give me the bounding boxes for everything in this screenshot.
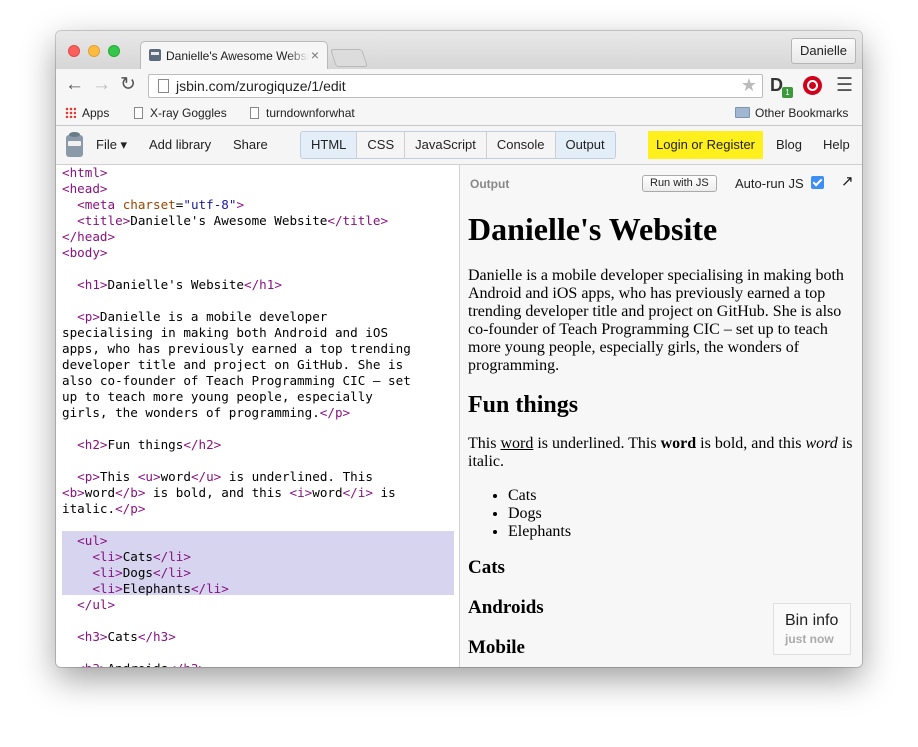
bookmark-apps[interactable]: Apps (65, 106, 109, 120)
list-item: Cats (508, 487, 856, 505)
code-line[interactable]: <html> (62, 165, 108, 180)
apps-grid-icon (65, 107, 76, 118)
tab-strip: Danielle's Awesome Website × Danielle (56, 31, 862, 69)
bookmarks-bar: Apps X-ray Goggles turndownforwhat Other… (56, 103, 862, 126)
code-line[interactable]: italic.</p> (62, 501, 145, 516)
code-line[interactable]: up to teach more young people, especiall… (62, 389, 373, 404)
code-line[interactable]: <title>Danielle's Awesome Website</title… (62, 213, 388, 228)
new-tab-button[interactable] (330, 49, 368, 67)
share-menu[interactable]: Share (233, 137, 268, 152)
folder-icon (735, 107, 750, 118)
code-line[interactable]: developer title and project on GitHub. S… (62, 357, 403, 372)
add-library-menu[interactable]: Add library (149, 137, 211, 152)
code-line[interactable]: <p>This <u>word</u> is underlined. This (62, 469, 373, 484)
code-line[interactable]: <li>Dogs</li> (62, 565, 191, 580)
extension-d-icon[interactable]: D 1 (770, 75, 793, 98)
browser-toolbar: ← → ↻ jsbin.com/zurogiquze/1/edit ★ D 1 … (56, 69, 862, 103)
cats-heading: Cats (468, 557, 505, 578)
bookmark-star-icon[interactable]: ★ (741, 75, 757, 96)
reload-icon[interactable]: ↻ (120, 74, 136, 96)
panel-toggle-css[interactable]: CSS (357, 132, 406, 158)
run-with-js-button[interactable]: Run with JS (642, 175, 717, 192)
code-line[interactable]: </ul> (62, 597, 115, 612)
blog-link[interactable]: Blog (776, 137, 802, 152)
bin-info-time: just now (785, 632, 834, 646)
browser-window: Danielle's Awesome Website × Danielle ← … (56, 31, 862, 667)
browser-tab[interactable]: Danielle's Awesome Website × (140, 41, 328, 69)
extension-badge: 1 (782, 87, 793, 98)
tab-title: Danielle's Awesome Website (166, 49, 309, 63)
animal-list: Cats Dogs Elephants (468, 487, 856, 541)
help-link[interactable]: Help (823, 137, 850, 152)
back-arrow-icon[interactable]: ← (65, 74, 84, 96)
panel-toggle-html[interactable]: HTML (301, 132, 358, 158)
panel-toggles: HTML CSS JavaScript Console Output (300, 131, 616, 159)
fun-things-heading: Fun things (468, 392, 579, 418)
page-heading: Danielle's Website (468, 211, 718, 247)
close-window-button[interactable] (68, 45, 80, 57)
output-panel-label: Output (470, 177, 510, 191)
code-line[interactable]: <li>Elephants</li> (62, 581, 229, 596)
jsbin-favicon-icon (149, 49, 161, 61)
code-line[interactable]: <meta charset="utf-8"> (62, 197, 244, 212)
intro-paragraph: Danielle is a mobile developer specialis… (468, 267, 844, 374)
bin-info-button[interactable]: Bin info just now (773, 603, 851, 655)
bookmark-turndownforwhat[interactable]: turndownforwhat (250, 106, 355, 120)
forward-arrow-icon[interactable]: → (92, 74, 111, 96)
code-line[interactable]: <head> (62, 181, 108, 196)
code-line[interactable]: <h3>Cats</h3> (62, 629, 176, 644)
code-line[interactable]: <p>Danielle is a mobile developer (62, 309, 327, 324)
html-source-code[interactable]: <html> <head> <meta charset="utf-8"> <ti… (62, 165, 411, 667)
adblock-icon[interactable] (803, 76, 822, 95)
url-text[interactable]: jsbin.com/zurogiquze/1/edit (176, 78, 346, 94)
jsbin-logo-icon[interactable] (66, 132, 83, 157)
code-line[interactable]: also co-founder of Teach Programming CIC… (62, 373, 411, 388)
page-icon (158, 79, 169, 93)
other-bookmarks[interactable]: Other Bookmarks (735, 106, 848, 120)
code-line[interactable]: <b>word</b> is bold, and this <i>word</i… (62, 485, 396, 500)
panel-toggle-output[interactable]: Output (555, 132, 615, 158)
file-menu[interactable]: File ▾ (96, 137, 127, 153)
autorun-js-label: Auto-run JS (735, 176, 804, 191)
code-line[interactable]: </head> (62, 229, 115, 244)
rendered-page: Danielle's Website Danielle is a mobile … (468, 211, 856, 667)
code-line[interactable]: girls, the wonders of programming.</p> (62, 405, 350, 420)
html-editor-panel[interactable]: <html> <head> <meta charset="utf-8"> <ti… (56, 165, 460, 667)
minimize-window-button[interactable] (88, 45, 100, 57)
jsbin-menubar: File ▾ Add library Share HTML CSS JavaSc… (56, 126, 862, 165)
panel-toggle-console[interactable]: Console (487, 132, 556, 158)
code-line[interactable]: <h2>Fun things</h2> (62, 437, 221, 452)
page-icon (134, 107, 143, 119)
list-item: Dogs (508, 505, 856, 523)
bookmark-xray-goggles[interactable]: X-ray Goggles (134, 106, 227, 120)
page-icon (250, 107, 259, 119)
open-output-external-icon[interactable]: ↗ (841, 172, 854, 190)
zoom-window-button[interactable] (108, 45, 120, 57)
bin-info-label: Bin info (785, 612, 839, 629)
code-line[interactable]: <ul> (62, 533, 107, 548)
code-line[interactable]: <h3>Androids</h3> (62, 661, 206, 667)
list-item: Elephants (508, 523, 856, 541)
output-panel: Output Run with JS Auto-run JS ↗ Daniell… (460, 165, 862, 667)
menu-icon[interactable]: ☰ (836, 74, 853, 97)
formatting-paragraph: This word is underlined. This word is bo… (468, 435, 853, 470)
login-register-button[interactable]: Login or Register (648, 131, 763, 159)
autorun-js-checkbox[interactable] (811, 176, 824, 189)
code-line[interactable]: <li>Cats</li> (62, 549, 191, 564)
code-line[interactable]: <h1>Danielle's Website</h1> (62, 277, 282, 292)
panel-toggle-javascript[interactable]: JavaScript (405, 132, 487, 158)
profile-button[interactable]: Danielle (791, 38, 856, 64)
code-line[interactable]: specialising in making both Android and … (62, 325, 388, 340)
close-tab-icon[interactable]: × (311, 47, 319, 63)
code-line[interactable]: <body> (62, 245, 108, 260)
address-bar[interactable]: jsbin.com/zurogiquze/1/edit ★ (148, 74, 763, 98)
code-line[interactable]: apps, who has previously earned a top tr… (62, 341, 411, 356)
